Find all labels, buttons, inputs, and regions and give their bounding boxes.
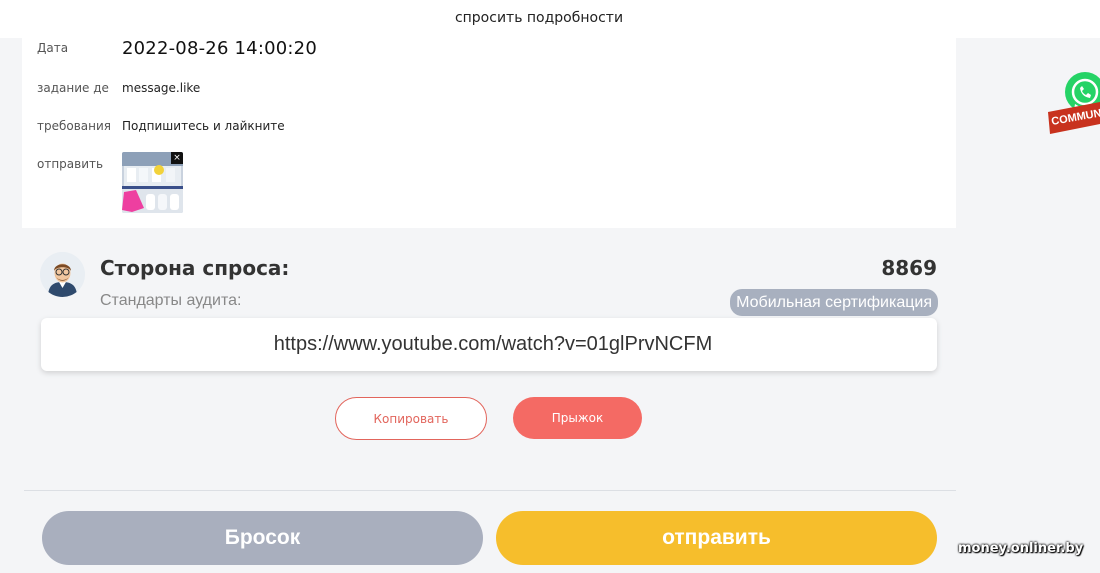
requirements-row: требования Подпишитесь и лайкните <box>37 116 285 136</box>
requirements-value: Подпишитесь и лайкните <box>122 119 285 133</box>
whatsapp-community-badge[interactable]: COMMUNITY <box>1048 70 1100 136</box>
date-value: 2022-08-26 14:00:20 <box>122 37 317 59</box>
send-label: отправить <box>37 157 104 171</box>
task-link-box[interactable]: https://www.youtube.com/watch?v=01glPrvN… <box>41 318 937 371</box>
task-row: задание де message.like <box>37 78 200 98</box>
requirements-label: требования <box>37 119 112 133</box>
top-bar: спросить подробности <box>0 0 1100 38</box>
avatar <box>40 252 85 297</box>
divider <box>24 490 956 491</box>
jump-button[interactable]: Прыжок <box>513 397 642 439</box>
task-label: задание де <box>37 81 109 95</box>
audit-standards-label: Стандарты аудита: <box>100 292 242 309</box>
date-label: Дата <box>37 41 69 55</box>
task-link-url[interactable]: https://www.youtube.com/watch?v=01glPrvN… <box>274 333 713 356</box>
page-title: спросить подробности <box>454 10 624 26</box>
submit-button[interactable]: отправить <box>496 511 937 565</box>
demand-side-title: Сторона спроса: <box>100 256 290 280</box>
date-row: Дата 2022-08-26 14:00:20 <box>37 37 317 59</box>
copy-button[interactable]: Копировать <box>335 397 487 440</box>
task-value: message.like <box>122 81 201 95</box>
avatar-icon <box>40 252 85 297</box>
remove-attachment-close-icon[interactable]: × <box>171 152 183 164</box>
whatsapp-icon: COMMUNITY <box>1048 72 1100 134</box>
send-row: отправить <box>37 154 122 174</box>
certification-badge: Мобильная сертификация <box>730 289 938 316</box>
watermark: money.onliner.by <box>958 541 1084 556</box>
attachment-thumbnail[interactable]: × <box>122 152 183 213</box>
task-details-card: Дата 2022-08-26 14:00:20 задание де mess… <box>22 38 956 228</box>
throw-button[interactable]: Бросок <box>42 511 483 565</box>
demand-count: 8869 <box>881 256 937 280</box>
